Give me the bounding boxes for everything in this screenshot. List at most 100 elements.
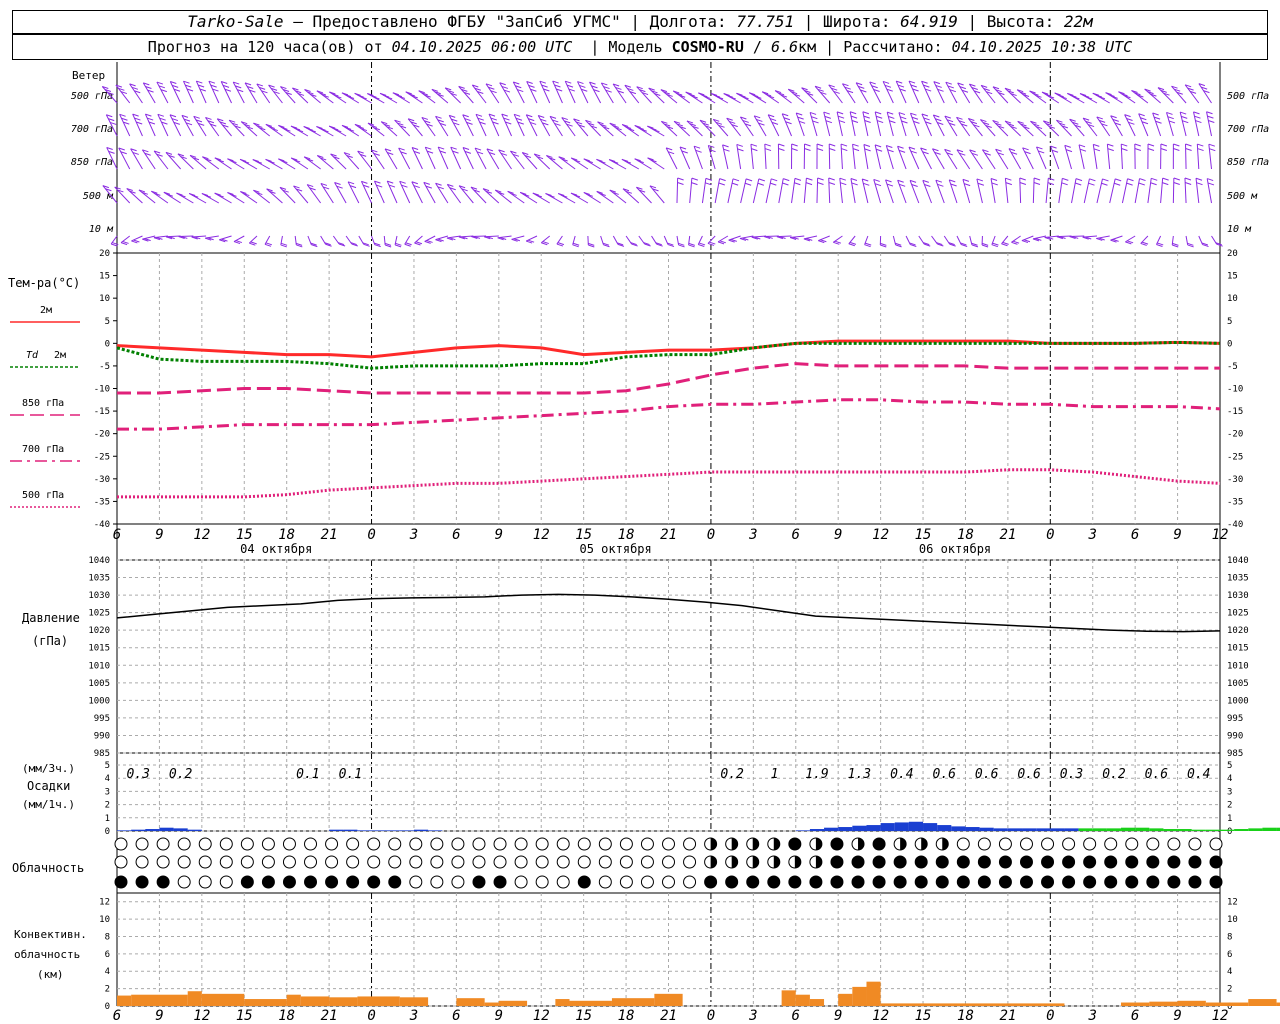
convective-bar bbox=[1205, 1002, 1249, 1006]
precip-total-label: 0.6 bbox=[975, 767, 999, 782]
cloud-symbol bbox=[556, 855, 570, 869]
cloud-symbol bbox=[535, 837, 549, 851]
time-label-bottom: 9 bbox=[834, 1008, 842, 1024]
wind-barb bbox=[357, 150, 372, 170]
precip-bar bbox=[173, 828, 188, 831]
wind-barb bbox=[471, 235, 487, 238]
wind-level-label-4: 10 м bbox=[89, 224, 114, 235]
wind-barb bbox=[220, 81, 232, 104]
wind-barb bbox=[1011, 235, 1021, 243]
wind-barb bbox=[153, 150, 169, 170]
wind-barb-flag bbox=[840, 182, 847, 186]
wind-barb bbox=[967, 118, 983, 137]
wind-barb bbox=[233, 235, 245, 242]
wind-barb bbox=[183, 80, 194, 104]
temp-ytick-right: -35 bbox=[1227, 497, 1243, 507]
cloud-symbol bbox=[788, 837, 802, 851]
convective-bar bbox=[484, 1002, 499, 1006]
wind-barb bbox=[956, 149, 971, 170]
wind-barb bbox=[921, 113, 932, 137]
wind-barb bbox=[855, 82, 869, 104]
time-label-mid: 15 bbox=[236, 527, 253, 543]
wind-barb bbox=[320, 183, 334, 204]
cloud-symbol bbox=[367, 855, 381, 869]
wind-barb-flag bbox=[828, 182, 836, 185]
press-ytick-right: 1030 bbox=[1227, 591, 1249, 601]
wind-barb bbox=[178, 235, 194, 238]
wind-barb-flag bbox=[1088, 182, 1095, 186]
cloud-symbol bbox=[1083, 837, 1097, 851]
wind-barb-flag bbox=[1121, 143, 1128, 147]
precip-bar bbox=[951, 826, 966, 831]
wind-barb bbox=[647, 157, 665, 170]
cloud-symbol bbox=[388, 855, 402, 869]
cloud-symbol bbox=[830, 875, 844, 889]
wind-barb bbox=[1082, 117, 1098, 137]
time-label-bottom: 12 bbox=[193, 1008, 210, 1024]
wind-barb bbox=[166, 235, 181, 238]
wind-level-label-1: 700 гПа bbox=[71, 124, 113, 135]
wind-barb bbox=[484, 235, 499, 238]
cloud-symbol bbox=[893, 855, 907, 869]
wind-barb bbox=[1045, 178, 1049, 204]
wind-barb bbox=[980, 119, 996, 137]
precip-bar bbox=[838, 827, 853, 831]
press-ytick-left: 1025 bbox=[88, 609, 110, 619]
wind-barb bbox=[462, 114, 474, 137]
wind-barb bbox=[1064, 145, 1073, 170]
wind-barb bbox=[634, 158, 652, 170]
wind-barb bbox=[407, 118, 423, 137]
wind-barb-flag bbox=[1195, 120, 1202, 124]
wind-barb bbox=[922, 180, 932, 204]
wind-barb bbox=[850, 178, 856, 204]
legend-td-label: Td bbox=[26, 350, 39, 361]
time-label-mid: 21 bbox=[660, 527, 677, 543]
time-label-mid: 12 bbox=[872, 527, 889, 543]
precip-bar bbox=[145, 829, 160, 831]
time-label-bottom: 21 bbox=[999, 1008, 1016, 1024]
wind-barb bbox=[1056, 235, 1072, 238]
time-label-bottom: 21 bbox=[321, 1008, 338, 1024]
wind-barb-flag bbox=[1185, 148, 1192, 151]
wind-barb bbox=[1147, 178, 1152, 204]
wind-barb bbox=[1110, 235, 1123, 241]
wind-barb bbox=[897, 180, 907, 204]
wind-barb-flag bbox=[1173, 182, 1180, 185]
wind-barb bbox=[739, 116, 754, 137]
prec-ytick-left: 5 bbox=[105, 761, 110, 771]
wind-barb-flag bbox=[862, 111, 870, 115]
cloud-symbol bbox=[198, 837, 212, 851]
time-label-mid: 12 bbox=[193, 527, 210, 543]
wind-barb bbox=[673, 120, 691, 137]
conv-ytick-left: 4 bbox=[105, 967, 110, 977]
wind-barb bbox=[290, 157, 309, 170]
wind-barb bbox=[1019, 178, 1022, 204]
wind-barb bbox=[227, 192, 245, 204]
time-label-bottom: 15 bbox=[575, 1008, 592, 1024]
wind-barb bbox=[448, 115, 462, 137]
precip-total-label: 0.1 bbox=[339, 767, 362, 782]
wind-barb bbox=[266, 188, 283, 204]
time-label-bottom: 18 bbox=[957, 1008, 974, 1024]
wind-barb-flag bbox=[851, 120, 859, 123]
wind-barb bbox=[751, 235, 767, 238]
cloud-symbol bbox=[304, 837, 318, 851]
convective-bar bbox=[399, 997, 429, 1006]
cloud-symbol bbox=[851, 875, 865, 889]
wind-barb bbox=[895, 80, 907, 104]
cloud-symbol bbox=[998, 837, 1012, 851]
prec-ytick-left: 2 bbox=[105, 801, 110, 811]
cloud-symbol bbox=[619, 875, 633, 889]
convective-bar bbox=[498, 1000, 528, 1006]
cloud-symbol bbox=[556, 837, 570, 851]
conv-ytick-right: 8 bbox=[1227, 932, 1232, 942]
wind-barb-flag bbox=[691, 177, 699, 181]
wind-barb bbox=[1096, 235, 1110, 239]
precip-bar bbox=[1106, 828, 1122, 831]
cloud-symbol bbox=[577, 875, 591, 889]
cloud-symbol bbox=[809, 875, 823, 889]
prec-ytick-right: 4 bbox=[1227, 774, 1232, 784]
cloud-symbol bbox=[219, 855, 233, 869]
wind-barb-flag bbox=[723, 148, 730, 152]
wind-barb-flag bbox=[806, 177, 813, 181]
